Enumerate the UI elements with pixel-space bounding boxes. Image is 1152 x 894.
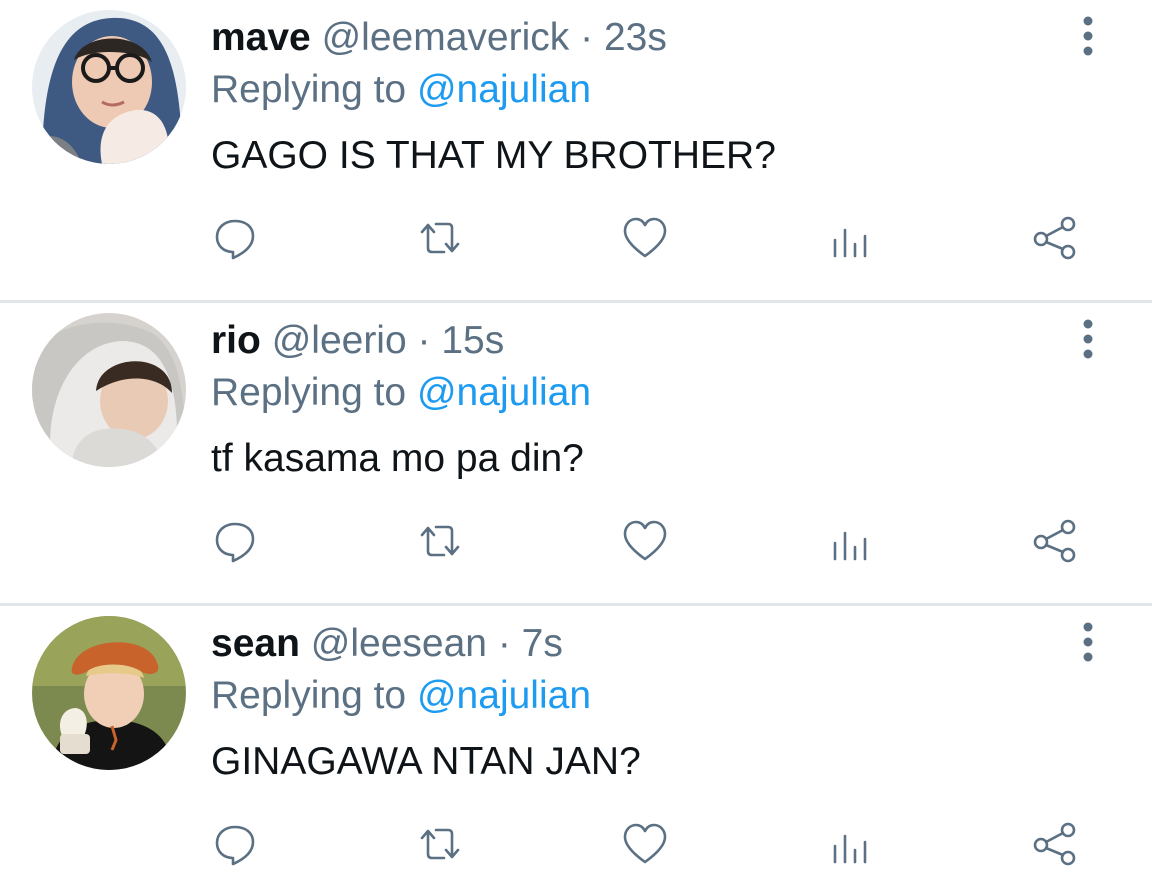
tweet-text: GAGO IS THAT MY BROTHER?	[211, 134, 776, 177]
more-options-icon[interactable]	[1070, 317, 1106, 361]
reply-icon[interactable]	[211, 517, 259, 565]
reply-icon[interactable]	[211, 820, 259, 868]
reply-icon[interactable]	[211, 214, 259, 262]
tweet-reply[interactable]: rio @leerio · 15s Replying to @najulian …	[0, 303, 1152, 606]
more-options-icon[interactable]	[1070, 620, 1106, 664]
avatar[interactable]	[32, 616, 186, 770]
timestamp[interactable]: 7s	[522, 622, 563, 665]
separator-dot: ·	[580, 16, 594, 59]
separator-dot: ·	[417, 319, 431, 362]
tweet-text: tf kasama mo pa din?	[211, 437, 584, 480]
user-handle[interactable]: @leemaverick	[322, 16, 570, 59]
mention-link[interactable]: @najulian	[417, 68, 591, 111]
action-bar	[211, 517, 1081, 565]
display-name[interactable]: mave	[211, 16, 311, 59]
retweet-icon[interactable]	[416, 214, 464, 262]
avatar[interactable]	[32, 10, 186, 164]
replying-label: Replying to	[211, 371, 407, 414]
replying-label: Replying to	[211, 674, 407, 717]
user-handle[interactable]: @leerio	[272, 319, 407, 362]
display-name[interactable]: rio	[211, 319, 261, 362]
tweet-text: GINAGAWA NTAN JAN?	[211, 740, 641, 783]
replying-label: Replying to	[211, 68, 407, 111]
like-icon[interactable]	[621, 517, 669, 565]
replying-to-line: Replying to @najulian	[211, 670, 591, 722]
display-name[interactable]: sean	[211, 622, 300, 665]
like-icon[interactable]	[621, 214, 669, 262]
action-bar	[211, 214, 1081, 262]
mention-link[interactable]: @najulian	[417, 371, 591, 414]
analytics-icon[interactable]	[826, 517, 874, 565]
action-bar	[211, 820, 1081, 868]
replying-to-line: Replying to @najulian	[211, 64, 591, 116]
tweet-header: sean @leesean · 7s	[211, 618, 563, 670]
like-icon[interactable]	[621, 820, 669, 868]
share-icon[interactable]	[1031, 214, 1079, 262]
timestamp[interactable]: 23s	[604, 16, 667, 59]
timestamp[interactable]: 15s	[441, 319, 504, 362]
share-icon[interactable]	[1031, 517, 1079, 565]
tweet-header: mave @leemaverick · 23s	[211, 12, 667, 64]
retweet-icon[interactable]	[416, 517, 464, 565]
separator-dot: ·	[497, 622, 511, 665]
mention-link[interactable]: @najulian	[417, 674, 591, 717]
analytics-icon[interactable]	[826, 214, 874, 262]
tweet-header: rio @leerio · 15s	[211, 315, 504, 367]
share-icon[interactable]	[1031, 820, 1079, 868]
user-handle[interactable]: @leesean	[311, 622, 487, 665]
replying-to-line: Replying to @najulian	[211, 367, 591, 419]
retweet-icon[interactable]	[416, 820, 464, 868]
tweet-reply[interactable]: mave @leemaverick · 23s Replying to @naj…	[0, 0, 1152, 303]
more-options-icon[interactable]	[1070, 14, 1106, 58]
tweet-reply[interactable]: sean @leesean · 7s Replying to @najulian…	[0, 606, 1152, 894]
analytics-icon[interactable]	[826, 820, 874, 868]
avatar[interactable]	[32, 313, 186, 467]
